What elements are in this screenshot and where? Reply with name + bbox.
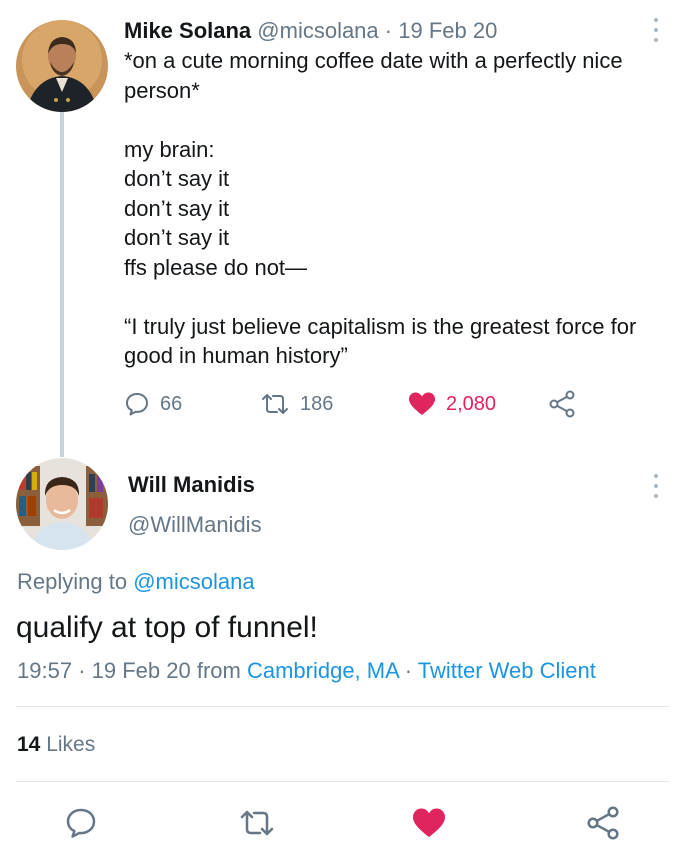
meta-separator: ·: [404, 658, 413, 683]
tweet-date: 19 Feb 20 from: [91, 658, 241, 683]
share-icon: [549, 390, 575, 418]
retweet-icon: [240, 810, 274, 836]
author-name[interactable]: Will Manidis: [128, 470, 255, 500]
body-line: “I truly just believe capitalism is the …: [124, 313, 637, 339]
share-icon: [587, 806, 619, 840]
body-line: my brain:: [124, 136, 215, 162]
meta-separator: ·: [384, 18, 393, 43]
body-line: *on a cute morning coffee date with a pe…: [124, 48, 623, 73]
replying-to: Replying to @micsolana: [17, 567, 255, 597]
author-name[interactable]: Mike Solana: [124, 18, 251, 43]
reply-button[interactable]: [64, 806, 98, 840]
likes-count: 14: [17, 733, 41, 756]
retweet-button[interactable]: 186: [260, 388, 333, 420]
retweet-icon: [262, 394, 288, 414]
tweet-metadata: 19:57 · 19 Feb 20 from Cambridge, MA · T…: [17, 656, 596, 686]
tweet-body: *on a cute morning coffee date with a pe…: [124, 46, 669, 371]
reply-icon: [126, 393, 148, 416]
location-link[interactable]: Cambridge, MA: [247, 658, 399, 683]
reply-button[interactable]: 66: [124, 388, 182, 420]
author-handle[interactable]: @micsolana: [257, 18, 378, 43]
author-handle[interactable]: @WillManidis: [128, 510, 262, 540]
divider: [16, 706, 669, 707]
portrait-image: [16, 20, 108, 112]
like-count: 2,080: [446, 392, 497, 415]
replying-handle-link[interactable]: @micsolana: [133, 569, 254, 594]
share-button[interactable]: [548, 388, 576, 420]
replying-prefix: Replying to: [17, 569, 128, 594]
like-button[interactable]: [412, 806, 446, 840]
body-line: good in human history”: [124, 343, 348, 368]
reply-count: 66: [160, 392, 183, 415]
avatar[interactable]: [16, 458, 108, 550]
tweet-date[interactable]: 19 Feb 20: [398, 18, 497, 43]
share-button[interactable]: [586, 806, 620, 840]
retweet-count: 186: [300, 392, 334, 415]
body-line: don’t say it: [124, 166, 230, 191]
tweet-actions: 66 186 2,080: [124, 388, 584, 420]
profile-photo-image: [16, 458, 108, 550]
reply-icon: [66, 808, 96, 838]
heart-icon: [413, 808, 445, 837]
retweet-button[interactable]: [239, 806, 274, 840]
tweet-text: qualify at top of funnel!: [16, 611, 318, 644]
body-line: [124, 105, 669, 135]
likes-summary[interactable]: 14 Likes: [17, 730, 95, 760]
meta-separator: ·: [78, 658, 86, 683]
avatar[interactable]: [16, 20, 108, 112]
more-icon[interactable]: [652, 474, 660, 498]
divider: [16, 781, 669, 782]
more-icon[interactable]: [652, 18, 660, 42]
like-button[interactable]: 2,080: [408, 388, 496, 420]
body-line: person*: [124, 77, 200, 103]
body-line: [124, 282, 669, 312]
body-line: ffs please do not—: [124, 254, 308, 280]
tweet-time[interactable]: 19:57: [17, 658, 72, 683]
thread-connector-line: [60, 112, 64, 457]
heart-icon: [409, 392, 435, 415]
body-line: don’t say it: [124, 225, 230, 250]
body-line: don’t say it: [124, 195, 230, 221]
client-link[interactable]: Twitter Web Client: [418, 658, 596, 683]
likes-label: Likes: [46, 733, 96, 756]
tweet-header: Mike Solana @micsolana · 19 Feb 20: [124, 16, 497, 46]
